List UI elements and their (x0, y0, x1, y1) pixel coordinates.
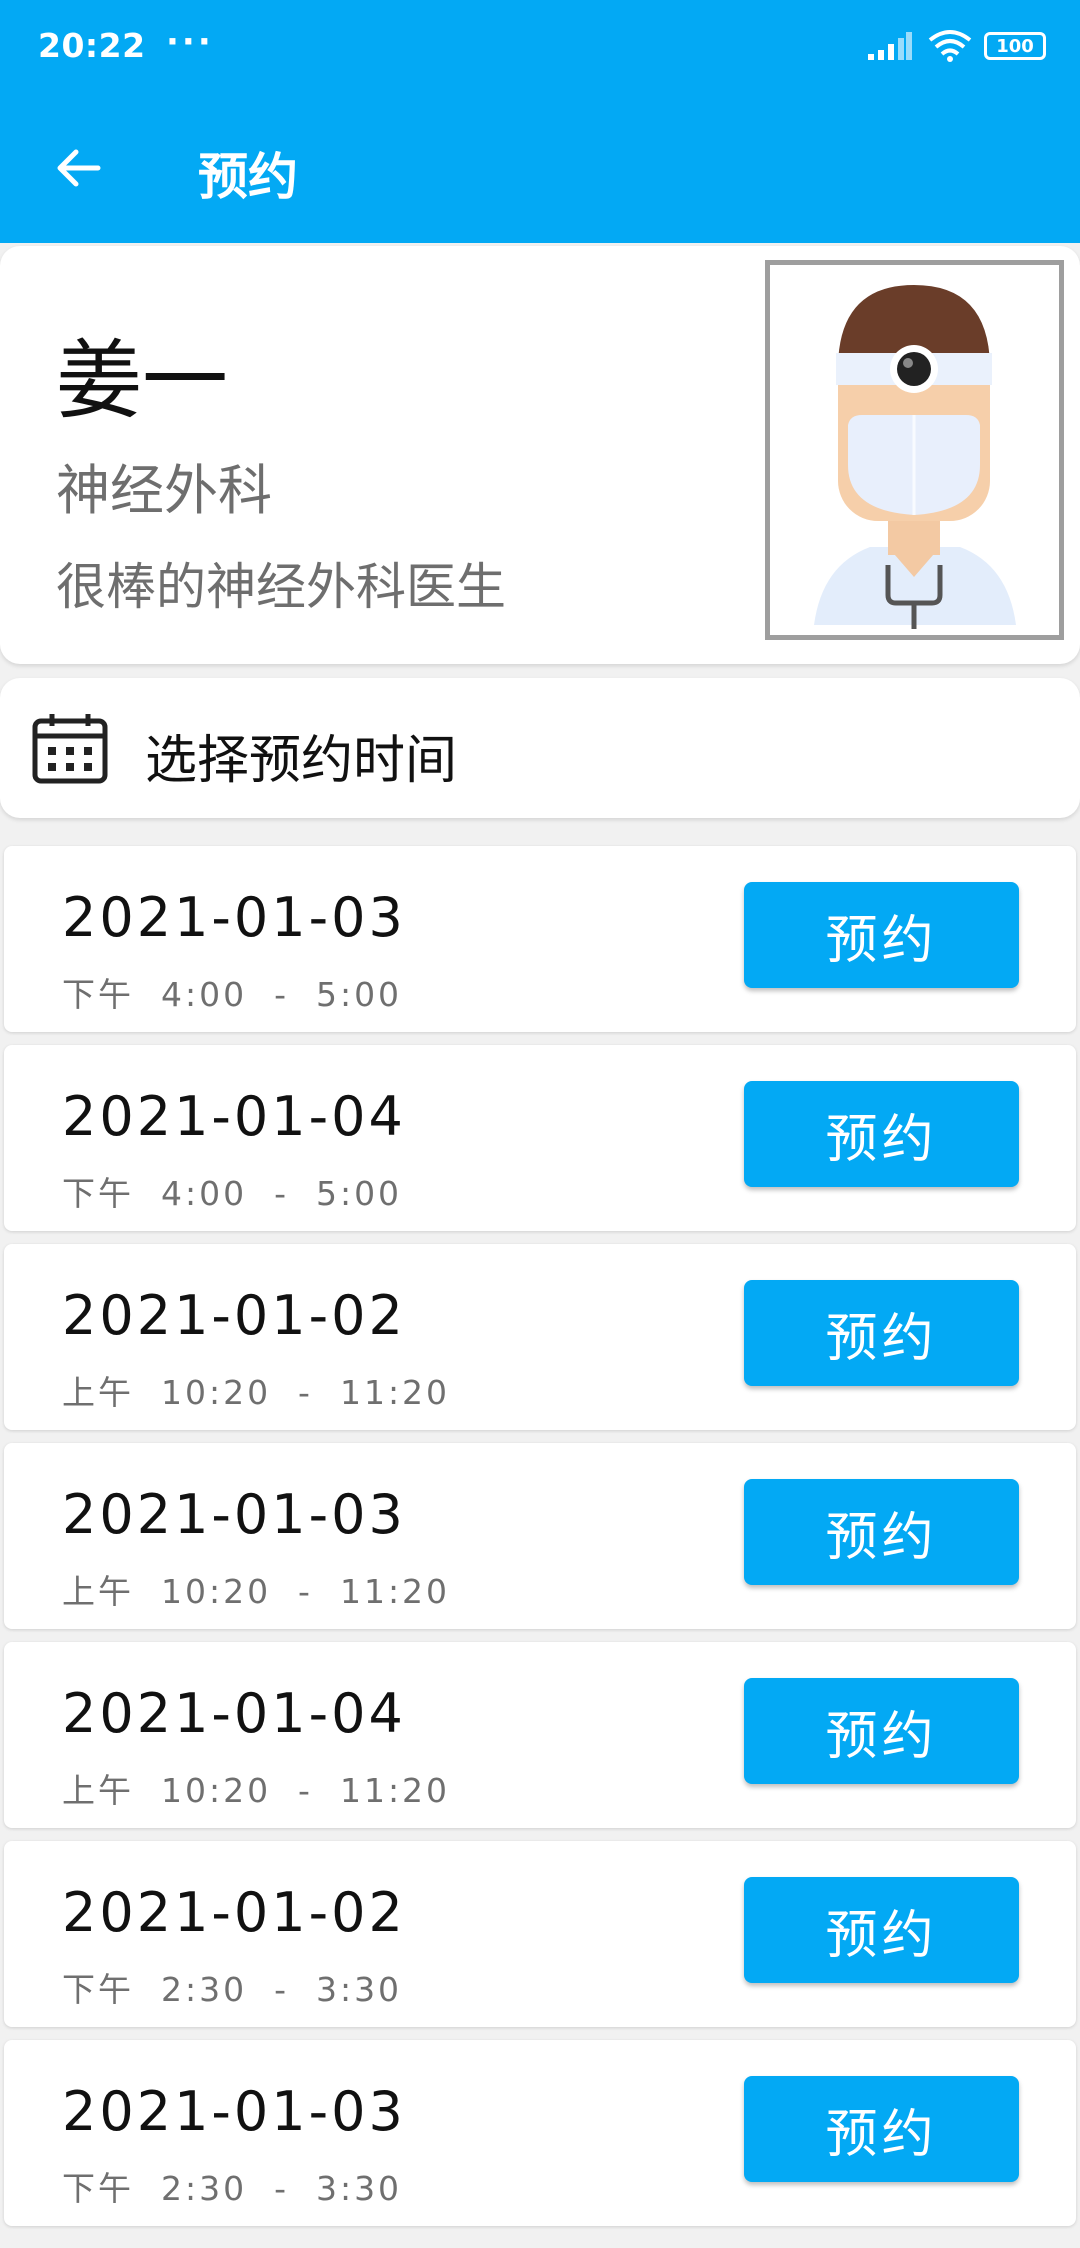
slot-time: 上午 10:20 - 11:20 (62, 1771, 451, 1810)
book-button[interactable]: 预约 (744, 2076, 1019, 2182)
back-arrow-icon[interactable] (52, 142, 104, 194)
book-button[interactable]: 预约 (744, 882, 1019, 988)
doctor-avatar (765, 260, 1064, 640)
book-button[interactable]: 预约 (744, 1280, 1019, 1386)
slot-date: 2021-01-02 (62, 1881, 406, 1944)
book-button[interactable]: 预约 (744, 1081, 1019, 1187)
slot-date: 2021-01-02 (62, 1284, 406, 1347)
doctor-illustration-icon (814, 285, 1016, 629)
app-bar: 20:22 ··· 100 预约 (0, 0, 1080, 243)
slot-time: 上午 10:20 - 11:20 (62, 1572, 451, 1611)
status-time: 20:22 (38, 26, 146, 65)
slot-date: 2021-01-04 (62, 1085, 406, 1148)
calendar-icon (32, 714, 108, 784)
slot-date: 2021-01-03 (62, 886, 406, 949)
slot-time: 上午 10:20 - 11:20 (62, 1373, 451, 1412)
slot-item: 2021-01-03 上午 10:20 - 11:20 预约 (4, 1443, 1076, 1629)
book-button[interactable]: 预约 (744, 1678, 1019, 1784)
doctor-name: 姜一 (56, 331, 228, 431)
select-time-header: 选择预约时间 (0, 678, 1080, 818)
doctor-description: 很棒的神经外科医生 (56, 558, 506, 616)
slot-item: 2021-01-02 上午 10:20 - 11:20 预约 (4, 1244, 1076, 1430)
slot-date: 2021-01-03 (62, 1483, 406, 1546)
slot-item: 2021-01-03 下午 4:00 - 5:00 预约 (4, 846, 1076, 1032)
battery-level: 100 (996, 35, 1034, 57)
slot-item: 2021-01-04 上午 10:20 - 11:20 预约 (4, 1642, 1076, 1828)
signal-icon (868, 32, 912, 60)
slot-item: 2021-01-02 下午 2:30 - 3:30 预约 (4, 1841, 1076, 2027)
slot-time: 下午 4:00 - 5:00 (62, 1174, 403, 1213)
select-time-label: 选择预约时间 (145, 731, 458, 791)
slot-date: 2021-01-04 (62, 1682, 406, 1745)
slot-item: 2021-01-03 下午 2:30 - 3:30 预约 (4, 2040, 1076, 2226)
battery-icon: 100 (984, 32, 1046, 60)
status-bar: 20:22 ··· 100 (0, 0, 1080, 90)
slot-time: 下午 2:30 - 3:30 (62, 1970, 403, 2009)
doctor-department: 神经外科 (56, 459, 272, 522)
slot-time: 下午 2:30 - 3:30 (62, 2169, 403, 2208)
book-button[interactable]: 预约 (744, 1479, 1019, 1585)
doctor-card: 姜一 神经外科 很棒的神经外科医生 (0, 246, 1080, 664)
wifi-icon (928, 30, 972, 62)
slot-date: 2021-01-03 (62, 2080, 406, 2143)
notification-dots: ··· (166, 22, 214, 62)
slot-item: 2021-01-04 下午 4:00 - 5:00 预约 (4, 1045, 1076, 1231)
book-button[interactable]: 预约 (744, 1877, 1019, 1983)
slot-time: 下午 4:00 - 5:00 (62, 975, 403, 1014)
page-title: 预约 (198, 148, 298, 206)
